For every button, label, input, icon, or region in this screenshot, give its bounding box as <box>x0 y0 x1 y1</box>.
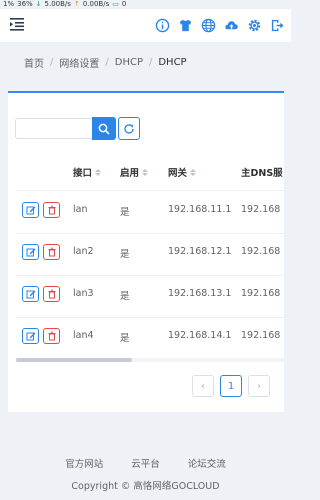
footer-link-cloud-platform[interactable]: 云平台 <box>131 456 160 470</box>
globe-icon[interactable] <box>200 17 216 33</box>
sort-icon[interactable] <box>190 168 197 176</box>
table-row: lan 是 192.168.11.1 192.168 <box>16 191 284 234</box>
column-primary-dns[interactable]: 主DNS服 <box>241 165 283 179</box>
menu-fold-icon[interactable] <box>9 16 25 34</box>
cell-gateway: 192.168.14.1 <box>168 330 232 341</box>
horizontal-scrollbar[interactable] <box>16 358 284 362</box>
breadcrumb-current: DHCP <box>158 57 187 68</box>
cell-gateway: 192.168.13.1 <box>168 288 232 299</box>
upload-arrow-icon: ↑ <box>73 0 80 8</box>
delete-button[interactable] <box>43 244 60 260</box>
search-input[interactable] <box>15 118 93 139</box>
cell-gateway: 192.168.11.1 <box>168 204 232 215</box>
cell-primary-dns: 192.168 <box>241 246 281 257</box>
table-row: lan4 是 192.168.14.1 192.168 <box>16 317 284 360</box>
scrollbar-thumb[interactable] <box>16 358 132 362</box>
refresh-icon <box>124 123 134 134</box>
edit-icon <box>26 290 35 299</box>
cloud-upload-icon[interactable] <box>223 17 239 33</box>
info-icon[interactable] <box>154 17 170 33</box>
cell-enabled: 是 <box>120 207 130 218</box>
dhcp-table: 接口 启用 网关 主DNS服 lan 是 192.168.11.1 192.16… <box>16 152 284 365</box>
edit-button[interactable] <box>22 328 39 344</box>
copyright-text: Copyright © 高恪网络GOCLOUD <box>71 481 220 492</box>
footer-link-official-site[interactable]: 官方网站 <box>65 456 103 470</box>
device-icon: ▭ <box>112 0 119 8</box>
cell-interface: lan2 <box>73 246 94 257</box>
column-gateway[interactable]: 网关 <box>168 165 197 179</box>
theme-shirt-icon[interactable] <box>177 17 193 33</box>
next-page-button[interactable]: › <box>248 375 270 397</box>
trash-icon <box>48 247 55 257</box>
delete-button[interactable] <box>43 202 60 218</box>
pagination: ‹ 1 › <box>192 375 270 397</box>
cell-enabled: 是 <box>120 249 130 260</box>
delete-button[interactable] <box>43 328 60 344</box>
footer-link-forum[interactable]: 论坛交流 <box>188 456 226 470</box>
table-row: lan3 是 192.168.13.1 192.168 <box>16 275 284 318</box>
delete-button[interactable] <box>43 286 60 302</box>
cell-enabled: 是 <box>120 333 130 344</box>
refresh-button[interactable] <box>118 117 140 140</box>
breadcrumb-separator: / <box>50 57 54 68</box>
table-header: 接口 启用 网关 主DNS服 <box>16 152 284 191</box>
download-arrow-icon: ↓ <box>35 0 42 8</box>
trash-icon <box>48 331 55 341</box>
edit-button[interactable] <box>22 286 39 302</box>
cell-interface: lan3 <box>73 288 94 299</box>
edit-icon <box>26 248 35 257</box>
edit-icon <box>26 332 35 341</box>
page-number-button[interactable]: 1 <box>220 375 242 397</box>
cell-gateway: 192.168.12.1 <box>168 246 232 257</box>
breadcrumb-network-settings[interactable]: 网络设置 <box>59 55 99 70</box>
sort-icon[interactable] <box>142 168 149 176</box>
top-bar <box>0 9 291 42</box>
breadcrumb-home[interactable]: 首页 <box>24 55 44 70</box>
edit-button[interactable] <box>22 202 39 218</box>
signal-text: 36% <box>17 0 33 8</box>
column-interface[interactable]: 接口 <box>73 165 102 179</box>
search-button[interactable] <box>92 117 116 140</box>
search-icon <box>98 123 110 135</box>
sort-icon[interactable] <box>95 168 102 176</box>
breadcrumb: 首页 / 网络设置 / DHCP / DHCP <box>24 55 187 70</box>
cell-primary-dns: 192.168 <box>241 288 281 299</box>
cell-interface: lan <box>73 204 88 215</box>
footer-links: 官方网站 云平台 论坛交流 <box>0 456 291 470</box>
cell-interface: lan4 <box>73 330 94 341</box>
logout-icon[interactable] <box>269 17 285 33</box>
search-bar <box>15 117 140 140</box>
trash-icon <box>48 289 55 299</box>
edit-icon <box>26 206 35 215</box>
upload-rate: 0.00B/s <box>82 0 110 8</box>
breadcrumb-separator: / <box>148 57 153 68</box>
gear-icon[interactable] <box>246 17 262 33</box>
breadcrumb-dhcp[interactable]: DHCP <box>115 57 143 68</box>
cell-primary-dns: 192.168 <box>241 204 281 215</box>
breadcrumb-separator: / <box>105 57 109 68</box>
edit-button[interactable] <box>22 244 39 260</box>
column-enabled[interactable]: 启用 <box>120 165 149 179</box>
table-row: lan2 是 192.168.12.1 192.168 <box>16 233 284 276</box>
cell-primary-dns: 192.168 <box>241 330 281 341</box>
download-rate: 5.00B/s <box>44 0 71 8</box>
device-count: 0 <box>121 0 127 8</box>
prev-page-button[interactable]: ‹ <box>192 375 214 397</box>
cell-enabled: 是 <box>120 291 130 302</box>
dhcp-card: 接口 启用 网关 主DNS服 lan 是 192.168.11.1 192.16… <box>8 91 284 412</box>
battery-text: 1% <box>3 0 15 8</box>
trash-icon <box>48 205 55 215</box>
status-bar: 1% 36% ↓ 5.00B/s ↑ 0.00B/s ▭ 0 <box>0 0 294 9</box>
